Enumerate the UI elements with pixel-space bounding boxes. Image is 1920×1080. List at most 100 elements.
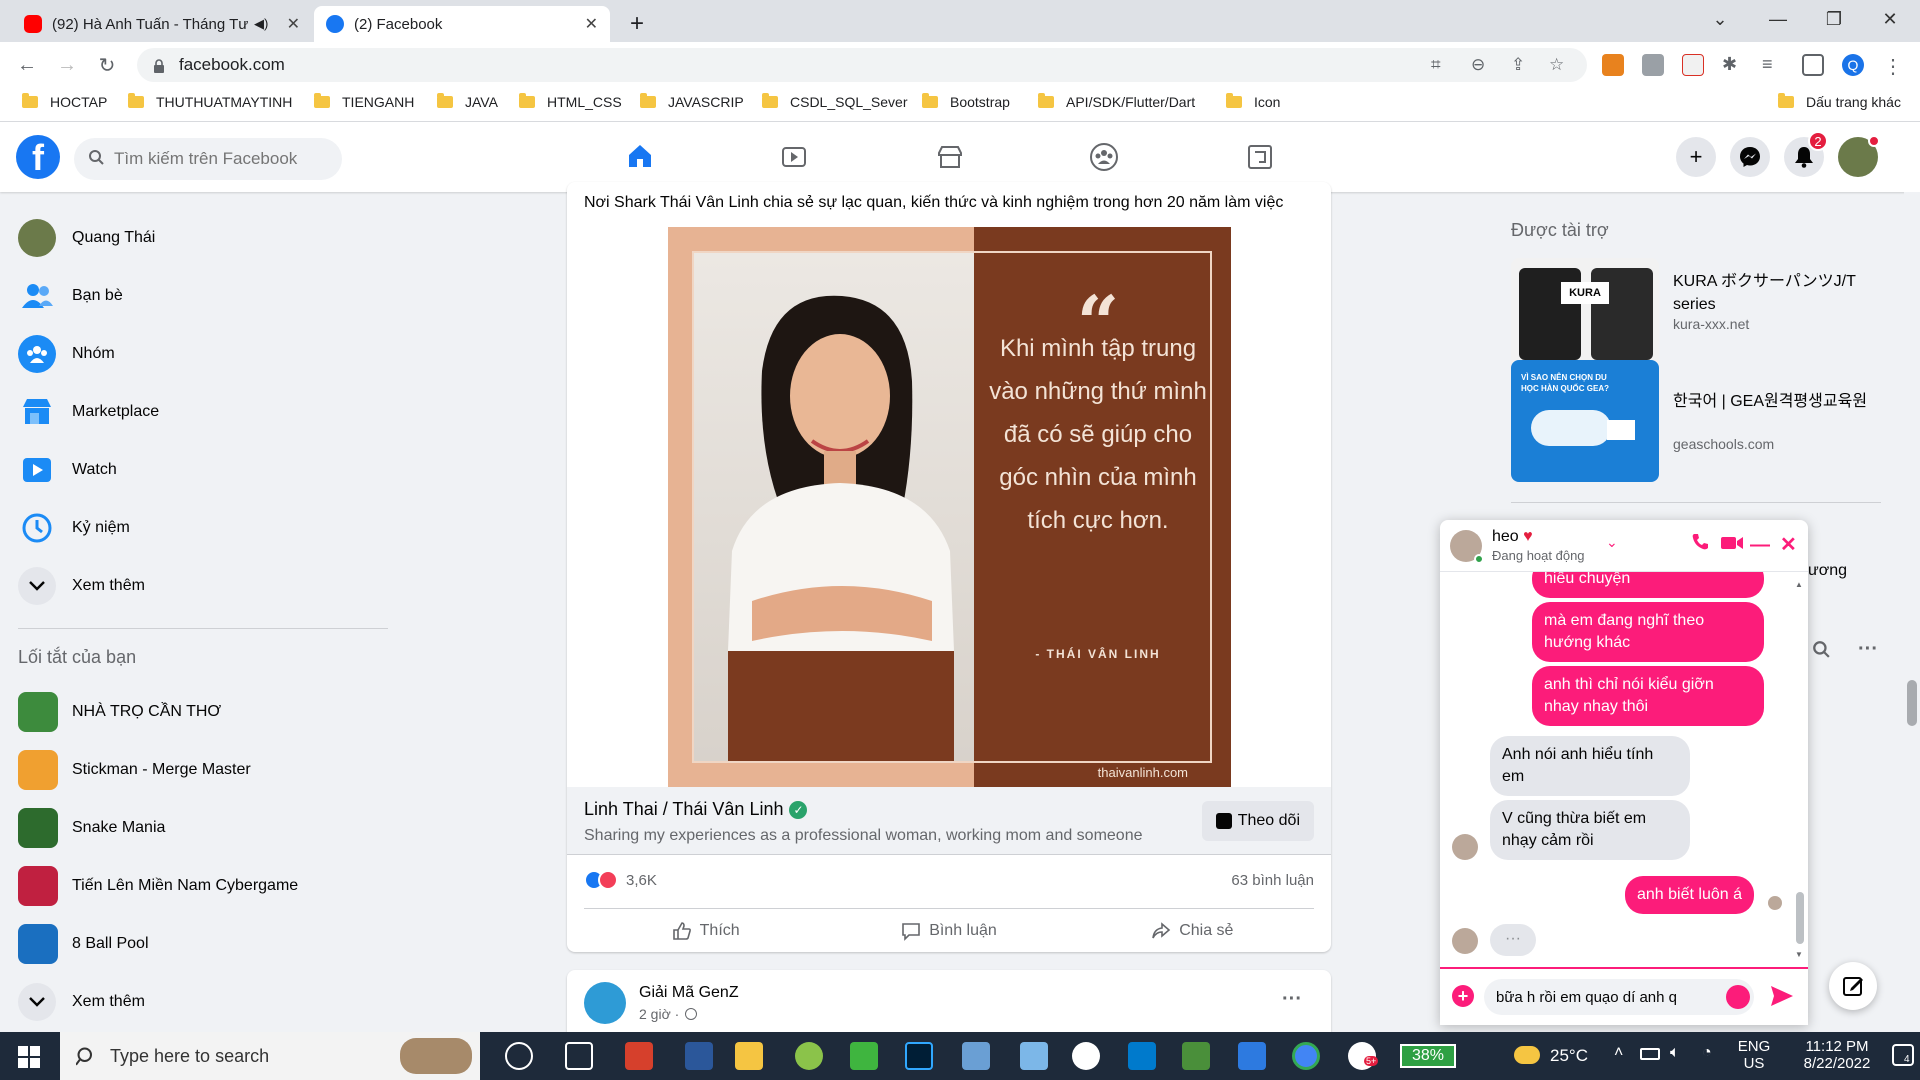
sidebar-item-see-more[interactable]: Xem thêm: [8, 560, 388, 612]
sidepanel-icon[interactable]: [1802, 54, 1824, 76]
clock[interactable]: 11:12 PM 8/22/2022: [1792, 1038, 1882, 1072]
temperature[interactable]: 25°C: [1550, 1046, 1588, 1066]
url-bar[interactable]: facebook.com ⌗ ⊖ ⇪ ☆: [137, 48, 1587, 82]
shortcut-item[interactable]: NHÀ TRỌ CẦN THƠ: [8, 686, 388, 738]
photoshop-icon[interactable]: [905, 1042, 933, 1070]
volume-icon[interactable]: 🔈︎: [1670, 1044, 1680, 1062]
chat-scrollbar[interactable]: ▲ ▼: [1795, 580, 1805, 960]
bookmark-folder[interactable]: TIENGANH: [314, 93, 414, 110]
account-avatar[interactable]: [1838, 135, 1880, 177]
zoom-icon[interactable]: ⊖: [1471, 55, 1485, 75]
comment-count[interactable]: 63 bình luận: [1231, 872, 1314, 889]
tray-chevron-icon[interactable]: ˄: [1614, 1044, 1623, 1062]
close-icon[interactable]: ✕: [1780, 532, 1797, 557]
shortcut-item[interactable]: Stickman - Merge Master: [8, 744, 388, 796]
follow-button[interactable]: Theo dõi: [1201, 801, 1314, 841]
app-icon[interactable]: [1238, 1042, 1266, 1070]
wifi-icon[interactable]: ◔: [1702, 1044, 1712, 1062]
emoji-icon[interactable]: [1726, 985, 1750, 1009]
forward-icon[interactable]: →: [52, 50, 82, 80]
scroll-thumb[interactable]: [1796, 892, 1804, 944]
send-icon[interactable]: [1770, 985, 1794, 1012]
bookmark-folder[interactable]: Icon: [1226, 93, 1280, 110]
word-icon[interactable]: [685, 1042, 713, 1070]
battery-icon[interactable]: [1640, 1048, 1660, 1060]
task-view-icon[interactable]: [565, 1042, 593, 1070]
app-icon[interactable]: [795, 1042, 823, 1070]
sidebar-item-watch[interactable]: Watch: [8, 444, 388, 496]
extension-icon[interactable]: [1682, 54, 1704, 76]
close-icon[interactable]: ✕: [287, 14, 300, 34]
tab-search-icon[interactable]: ⌄: [1692, 0, 1748, 38]
search-box[interactable]: [74, 138, 342, 180]
avatar[interactable]: [584, 982, 626, 1024]
create-button[interactable]: +: [1676, 137, 1716, 177]
shortcuts-see-more[interactable]: Xem thêm: [8, 976, 388, 1028]
post-image[interactable]: “ Khi mình tập trung vào những thứ mình …: [668, 227, 1231, 787]
app-icon[interactable]: [1072, 1042, 1100, 1070]
sidebar-item-memories[interactable]: Kỷ niệm: [8, 502, 388, 554]
post-author[interactable]: Giải Mã GenZ: [639, 984, 739, 1002]
new-tab-button[interactable]: +: [618, 6, 656, 42]
close-window-button[interactable]: ✕: [1862, 0, 1918, 38]
bookmark-folder[interactable]: HTML_CSS: [519, 93, 622, 110]
windows-start-icon[interactable]: [18, 1046, 40, 1073]
reload-icon[interactable]: ↻: [92, 50, 122, 80]
tab-youtube[interactable]: (92) Hà Anh Tuấn - Tháng Tư ◀) ✕: [12, 6, 312, 42]
translate-icon[interactable]: ⌗: [1431, 55, 1441, 75]
chrome-icon[interactable]: [1292, 1042, 1320, 1070]
minimize-button[interactable]: —: [1750, 0, 1806, 38]
sidebar-item-profile[interactable]: Quang Thái: [8, 212, 388, 264]
video-call-icon[interactable]: [1720, 534, 1744, 557]
page-name[interactable]: Linh Thai / Thái Vân Linh: [584, 799, 783, 820]
speaker-icon[interactable]: ◀): [254, 16, 268, 32]
close-icon[interactable]: ✕: [585, 14, 598, 34]
bookmark-folder[interactable]: API/SDK/Flutter/Dart: [1038, 93, 1195, 110]
profile-avatar[interactable]: Q: [1842, 54, 1864, 76]
other-bookmarks[interactable]: Dấu trang khác: [1778, 93, 1901, 110]
chat-header[interactable]: heo ♥ Đang hoạt động ⌄ — ✕: [1440, 520, 1808, 572]
sponsored-ad[interactable]: VÌ SAO NÊN CHỌN DU HỌC HÀN QUỐC GEA? 한국어…: [1511, 360, 1881, 482]
new-message-button[interactable]: [1829, 962, 1877, 1010]
sidebar-item-friends[interactable]: Bạn bè: [8, 270, 388, 322]
comment-button[interactable]: Bình luận: [827, 909, 1070, 952]
more-options-icon[interactable]: ···: [1282, 988, 1302, 1011]
bookmark-folder[interactable]: JAVASCRIP: [640, 93, 744, 110]
bookmark-folder[interactable]: HOCTAP: [22, 93, 107, 110]
puzzle-icon[interactable]: ✱: [1722, 54, 1744, 76]
messenger-button[interactable]: [1730, 137, 1770, 177]
share-icon[interactable]: ⇪: [1511, 55, 1525, 75]
search-input[interactable]: [114, 149, 324, 169]
maximize-button[interactable]: ❐: [1806, 0, 1862, 38]
camera-icon[interactable]: [1642, 54, 1664, 76]
sidebar-item-marketplace[interactable]: Marketplace: [8, 386, 388, 438]
app-icon[interactable]: [625, 1042, 653, 1070]
bookmark-folder[interactable]: JAVA: [437, 93, 498, 110]
plus-circle-icon[interactable]: +: [1452, 985, 1474, 1007]
page-scrollbar[interactable]: [1904, 192, 1920, 1032]
shortcut-item[interactable]: Tiến Lên Miền Nam Cybergame: [8, 860, 388, 912]
battery-widget[interactable]: 38%: [1400, 1044, 1456, 1068]
vscode-icon[interactable]: [1128, 1042, 1156, 1070]
reaction-summary[interactable]: 3,6K 63 bình luận: [584, 870, 1314, 890]
phone-icon[interactable]: [1690, 532, 1710, 557]
share-button[interactable]: Chia sẻ: [1071, 909, 1314, 952]
language-indicator[interactable]: ENG US: [1734, 1038, 1774, 1072]
contacts-search-icon[interactable]: [1812, 640, 1830, 663]
shortcut-item[interactable]: Snake Mania: [8, 802, 388, 854]
app-icon[interactable]: [1020, 1042, 1048, 1070]
like-button[interactable]: Thích: [584, 909, 827, 952]
bookmark-folder[interactable]: Bootstrap: [922, 93, 1010, 110]
notifications-button[interactable]: 2: [1784, 131, 1828, 177]
tab-facebook[interactable]: (2) Facebook ✕: [314, 6, 610, 42]
file-explorer-icon[interactable]: [735, 1042, 763, 1070]
app-icon[interactable]: [1182, 1042, 1210, 1070]
metamask-icon[interactable]: [1602, 54, 1624, 76]
message-input[interactable]: [1484, 979, 1754, 1015]
back-icon[interactable]: ←: [12, 50, 42, 80]
scroll-up-icon[interactable]: ▲: [1795, 580, 1803, 589]
app-icon[interactable]: [962, 1042, 990, 1070]
action-center-icon[interactable]: 4: [1892, 1044, 1914, 1066]
scroll-down-icon[interactable]: ▼: [1795, 950, 1803, 959]
app-icon[interactable]: [850, 1042, 878, 1070]
